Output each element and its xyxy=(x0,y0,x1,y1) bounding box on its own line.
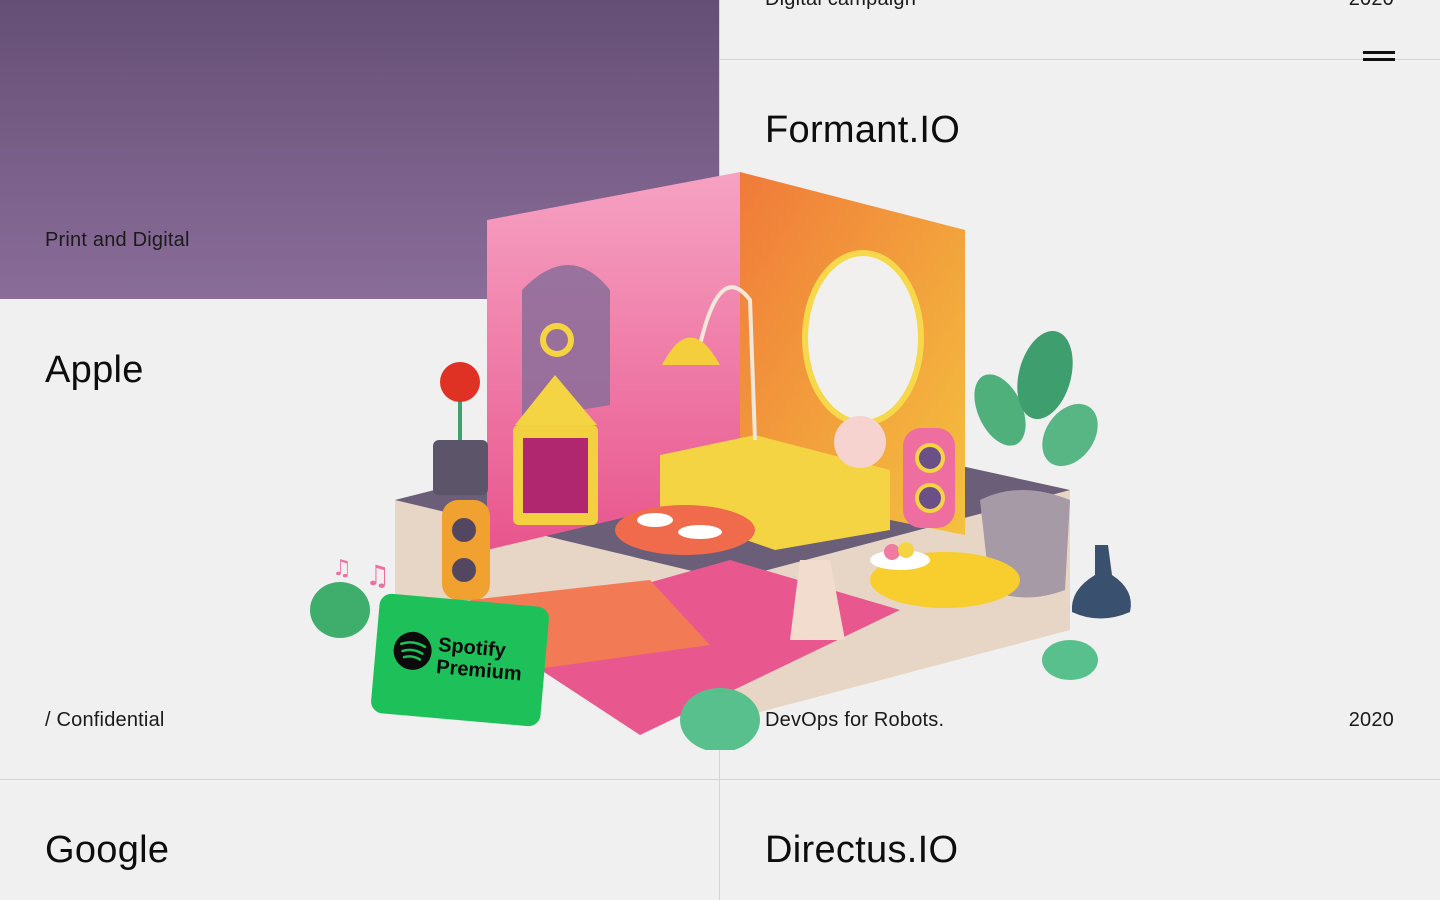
plate xyxy=(637,513,673,527)
grid-divider-top-right xyxy=(719,59,1440,60)
project-year-formant: 2020 xyxy=(1348,709,1394,731)
speaker-cone xyxy=(915,483,945,513)
speaker-cone xyxy=(452,558,476,582)
bush xyxy=(680,688,760,750)
right-speaker xyxy=(903,428,955,528)
lantern-glass xyxy=(523,438,588,513)
dark-vase xyxy=(1071,545,1131,619)
round-window xyxy=(802,250,924,426)
speaker-cone xyxy=(915,443,945,473)
project-title-google[interactable]: Google xyxy=(45,829,169,872)
spotify-room-illustration[interactable]: ♫ ♫ Spotify Premium xyxy=(300,160,1160,750)
plate xyxy=(678,525,722,539)
spotify-premium-badge[interactable]: Spotify Premium xyxy=(370,593,550,727)
project-title-apple[interactable]: Apple xyxy=(45,349,144,392)
project-title-formant[interactable]: Formant.IO xyxy=(765,109,960,152)
fruit xyxy=(884,544,900,560)
grid-divider-bottom xyxy=(0,779,1440,780)
music-note-icon: ♫ xyxy=(365,559,390,592)
card-year: 2020 xyxy=(1349,0,1394,11)
card-category[interactable]: Digital campaign xyxy=(765,0,916,11)
red-flower xyxy=(440,362,480,402)
hamburger-menu-icon[interactable] xyxy=(1363,51,1395,62)
flower-pot xyxy=(433,440,488,495)
music-note-icon: ♫ xyxy=(332,556,352,581)
speaker-cone xyxy=(452,518,476,542)
card-category[interactable]: Print and Digital xyxy=(45,229,190,252)
fruit xyxy=(898,542,914,558)
project-subtitle-apple: / Confidential xyxy=(45,709,165,731)
pink-ball xyxy=(834,416,886,468)
left-speaker xyxy=(442,500,490,600)
project-title-directus[interactable]: Directus.IO xyxy=(765,829,958,872)
bush xyxy=(310,582,370,638)
bush xyxy=(1042,640,1098,680)
